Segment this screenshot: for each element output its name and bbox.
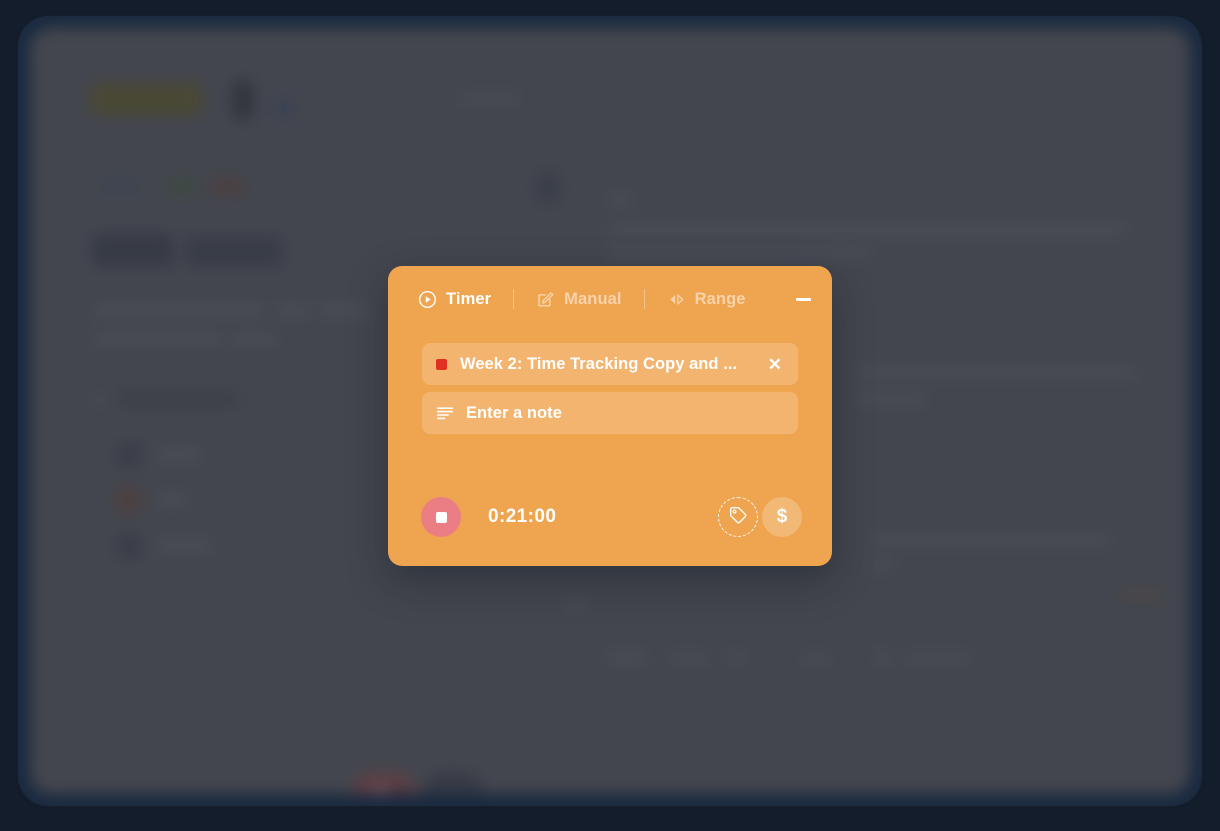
timer-popup: Timer Manual Range Week 2: Time Tracking… [388,266,832,566]
remove-task-button[interactable]: ✕ [758,352,784,377]
background-avatar [115,532,143,560]
background-comment-line [870,561,894,571]
background-start-timer-label [392,788,406,794]
tab-timer-label: Timer [446,289,492,308]
stop-timer-button[interactable] [421,497,461,537]
background-avatar [115,441,143,469]
note-field[interactable]: Enter a note [422,392,798,434]
tab-manual[interactable]: Manual [536,290,621,309]
background-comment-avatar [534,170,562,204]
background-comment-line [856,368,1136,378]
background-paragraph-line [94,334,222,344]
background-comment-line [608,225,1126,235]
background-section-title [118,391,238,407]
background-play-icon [374,788,387,794]
billable-label: $ [776,506,788,527]
background-caret [570,598,580,610]
background-toolbar-item [608,652,646,663]
background-tag [210,178,244,195]
background-list-item-label [158,494,186,505]
minimize-icon[interactable] [790,288,816,310]
tab-separator [643,289,645,309]
background-comment-line [856,394,926,404]
background-paragraph-line [320,306,370,316]
background-header-avatar [274,98,294,118]
stop-square-icon [435,511,447,523]
background-secondary-button [422,772,484,794]
task-selector[interactable]: Week 2: Time Tracking Copy and ... ✕ [422,343,798,385]
elapsed-time-display[interactable]: 0:21:00 [488,506,718,528]
tag-icon [728,505,748,530]
timer-mode-tabs: Timer Manual Range [388,266,832,332]
tab-range[interactable]: Range [667,290,746,309]
background-tag [168,178,194,195]
tab-range-label: Range [694,289,746,308]
background-toolbar-icon [876,649,890,664]
note-placeholder-label: Enter a note [466,403,562,422]
background-avatar [115,486,143,514]
background-paragraph-line [278,306,308,316]
background-header-badge [90,83,202,115]
background-page-title [185,236,283,267]
task-name-label: Week 2: Time Tracking Copy and ... [460,354,738,373]
background-paragraph-line [94,306,264,316]
background-toolbar-item [802,653,830,662]
tag-button[interactable] [718,497,758,537]
background-comment-line [870,536,1110,546]
background-section-chevron-icon [94,396,103,404]
background-header-text [460,94,520,103]
billable-button[interactable]: $ [762,497,802,537]
timer-footer: 0:21:00 $ [388,486,832,548]
background-tag [100,178,140,195]
app-window: Timer Manual Range Week 2: Time Tracking… [0,0,1220,831]
background-toolbar-item [670,653,708,662]
background-toolbar-item [906,653,970,662]
background-paragraph-line [232,334,276,344]
pencil-square-icon [536,290,555,309]
tab-manual-label: Manual [564,289,622,308]
tab-separator [513,289,515,309]
minimize-dash [795,297,811,301]
background-header-button [232,80,254,120]
task-color-swatch [436,358,447,370]
background-list-item-label [158,449,200,460]
background-comment-author [608,194,632,206]
note-lines-icon [436,405,454,421]
background-page-title [92,233,174,267]
arrows-left-right-icon [667,290,686,309]
background-toolbar-item [726,653,744,662]
background-comment-meta [1120,591,1162,600]
background-list-item-label [158,540,210,551]
play-circle-icon [418,290,437,309]
background-comment-line [608,248,870,258]
tab-timer[interactable]: Timer [418,290,491,309]
